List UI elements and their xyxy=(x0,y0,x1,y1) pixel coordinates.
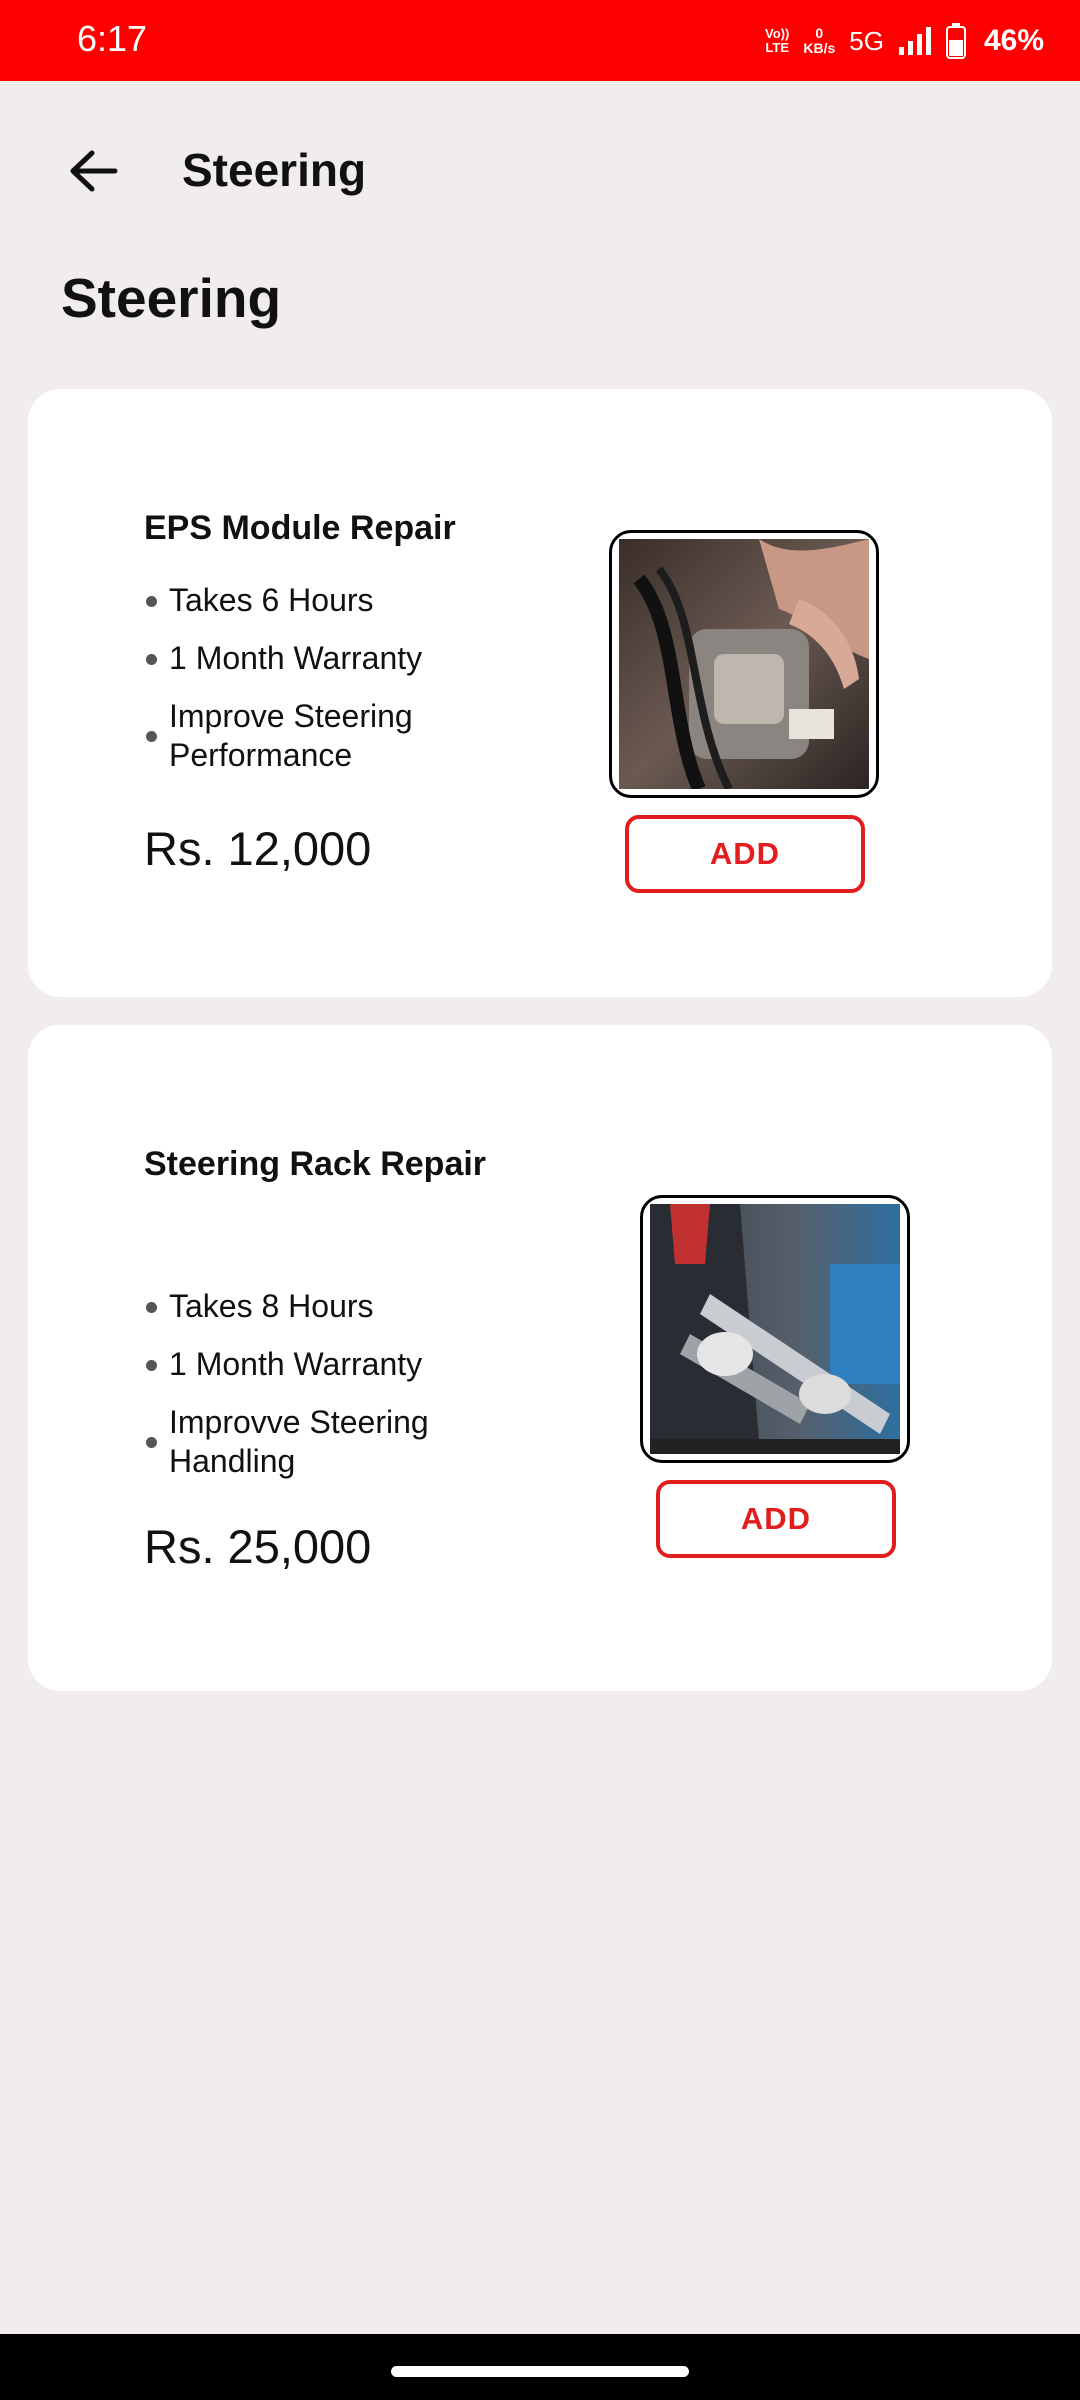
service-name: Steering Rack Repair xyxy=(144,1145,487,1183)
network-speed: 0 KB/s xyxy=(803,25,836,56)
app-bar: Steering xyxy=(0,81,1080,261)
battery-icon xyxy=(945,23,966,59)
arrow-left-icon xyxy=(70,150,118,192)
status-icons: Vo)) LTE 0 KB/s 5G 46% xyxy=(765,14,1044,68)
feature-item: Takes 8 Hours xyxy=(144,1287,489,1326)
signal-icon xyxy=(898,27,931,55)
service-price: Rs. 12,000 xyxy=(144,822,372,875)
appbar-title: Steering xyxy=(182,144,367,196)
feature-list: Takes 6 Hours 1 Month Warranty Improve S… xyxy=(144,581,489,794)
service-card-steering-rack: Steering Rack Repair Takes 8 Hours 1 Mon… xyxy=(28,1025,1052,1691)
steering-rack-photo xyxy=(650,1204,900,1454)
service-price: Rs. 25,000 xyxy=(144,1520,372,1573)
home-indicator[interactable] xyxy=(391,2366,689,2377)
page-title: Steering xyxy=(61,267,282,329)
feature-item: Improve Steering Performance xyxy=(144,697,489,775)
volte-icon: Vo)) LTE xyxy=(765,26,790,55)
system-nav-bar xyxy=(0,2334,1080,2400)
feature-item: Takes 6 Hours xyxy=(144,581,489,620)
feature-list: Takes 8 Hours 1 Month Warranty Improvve … xyxy=(144,1287,489,1500)
status-bar: 6:17 Vo)) LTE 0 KB/s 5G 46% xyxy=(0,0,1080,81)
feature-item: 1 Month Warranty xyxy=(144,1345,489,1384)
service-image xyxy=(609,530,879,798)
add-button[interactable]: ADD xyxy=(625,815,865,893)
service-image xyxy=(640,1195,910,1463)
eps-module-photo xyxy=(619,539,869,789)
status-time: 6:17 xyxy=(77,18,148,59)
feature-item: 1 Month Warranty xyxy=(144,639,489,678)
back-button[interactable] xyxy=(58,141,128,201)
service-name: EPS Module Repair xyxy=(144,509,456,547)
add-button[interactable]: ADD xyxy=(656,1480,896,1558)
battery-percent: 46% xyxy=(983,24,1044,57)
network-type: 5G xyxy=(849,25,884,56)
service-card-eps-module: EPS Module Repair Takes 6 Hours 1 Month … xyxy=(28,389,1052,997)
feature-item: Improvve Steering Handling xyxy=(144,1403,489,1481)
